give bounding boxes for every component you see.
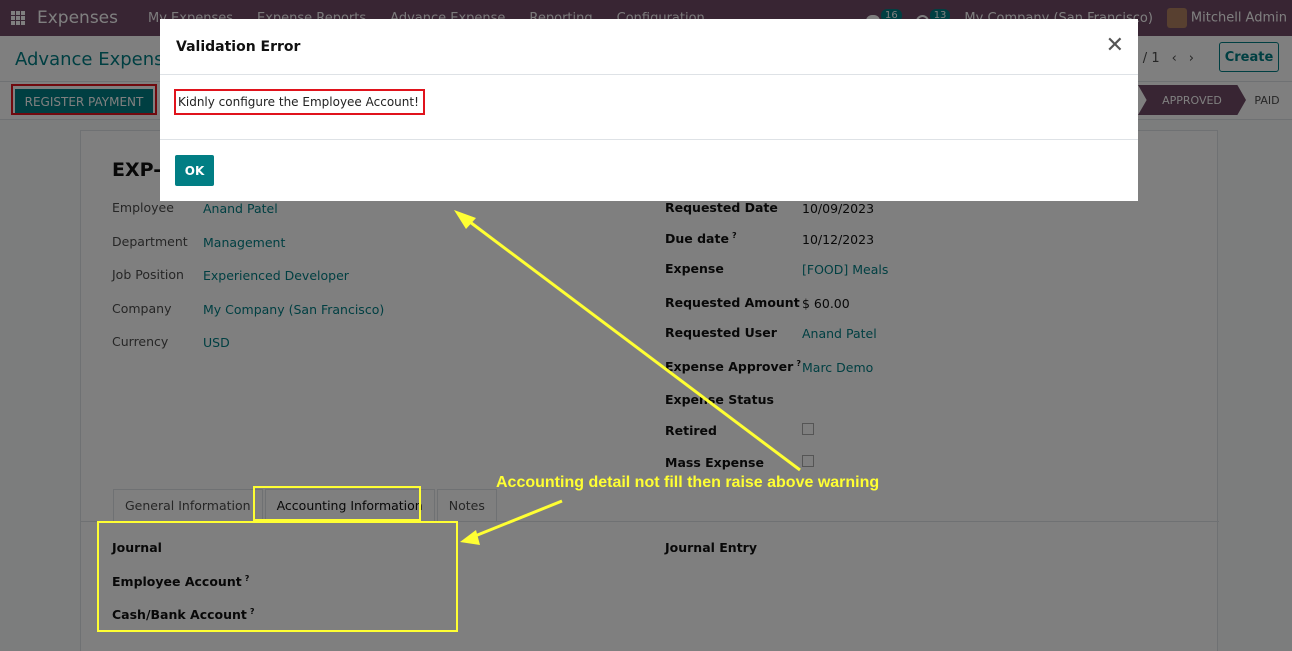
arrow-to-dialog: [461, 214, 801, 472]
annotation-arrows: [454, 210, 801, 545]
arrow-to-fields: [469, 499, 563, 540]
arrowhead-fields: [460, 530, 480, 545]
arrowhead-dialog: [454, 210, 476, 229]
